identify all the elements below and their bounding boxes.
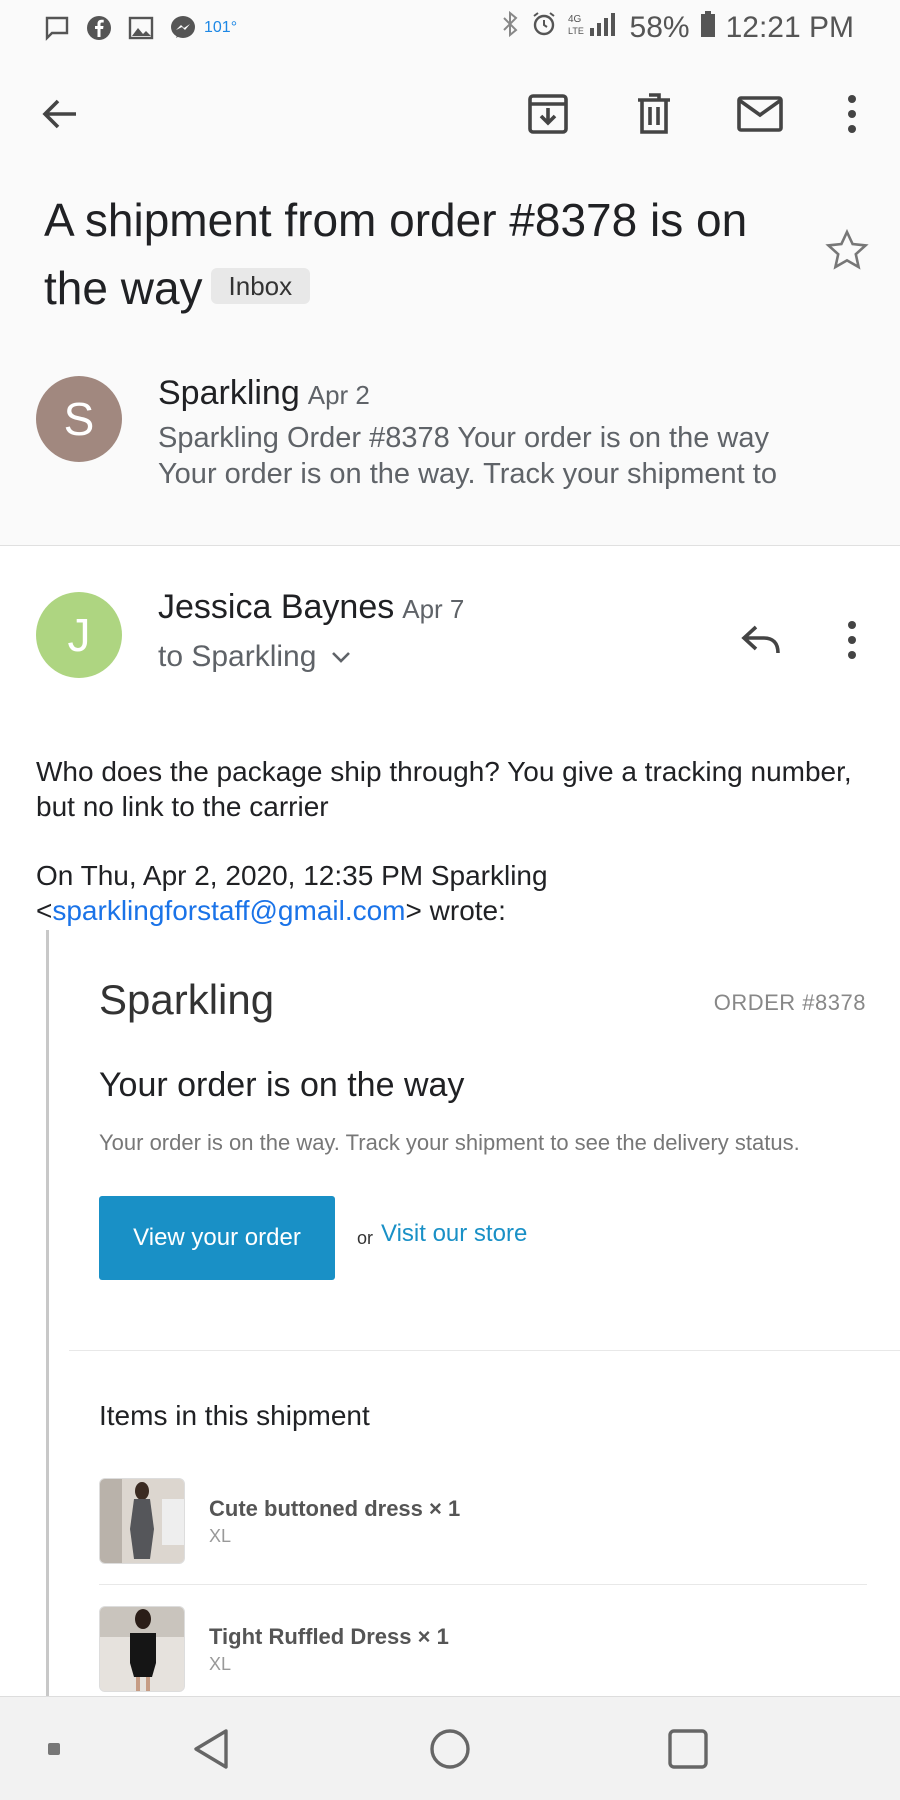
recipients-text: to Sparkling: [158, 640, 317, 673]
status-bar: 101° 4G LTE 58% 12:21 PM: [0, 0, 900, 56]
email-subject: A shipment from order #8378 is on the wa…: [44, 186, 784, 322]
more-options-button[interactable]: [828, 90, 876, 138]
list-item: Cute buttoned dress × 1 XL: [99, 1478, 883, 1588]
messenger-icon: [168, 13, 198, 43]
battery-text: 58%: [629, 11, 690, 44]
recipients-toggle[interactable]: to Sparkling: [158, 640, 352, 674]
alarm-icon: [530, 10, 558, 46]
section-divider: [69, 1350, 900, 1351]
quote-header-line-2: <sparklingforstaff@gmail.com> wrote:: [36, 895, 506, 926]
body-paragraph: Who does the package ship through? You g…: [36, 756, 852, 822]
product-variant: XL: [209, 1654, 232, 1674]
nav-back-button[interactable]: [186, 1723, 238, 1775]
svg-text:4G: 4G: [568, 14, 582, 25]
sender-name: Jessica Baynes Apr 7: [158, 588, 465, 626]
inbox-label-badge[interactable]: Inbox: [210, 267, 311, 304]
expanded-message: J Jessica Baynes Apr 7 to Sparkling Who d…: [0, 546, 900, 1700]
star-button[interactable]: [824, 228, 870, 274]
nav-extra-button[interactable]: [28, 1723, 80, 1775]
navigation-bar: [0, 1696, 900, 1800]
archive-button[interactable]: [524, 90, 572, 138]
message-more-button[interactable]: [834, 612, 870, 668]
bluetooth-icon: [500, 10, 520, 46]
clock-text: 12:21 PM: [725, 11, 854, 44]
order-status-description: Your order is on the way. Track your shi…: [99, 1130, 800, 1155]
square-dot-icon: [48, 1743, 60, 1755]
lte-signal-icon: 4G LTE: [568, 10, 620, 46]
sender-email-link[interactable]: sparklingforstaff@gmail.com: [52, 895, 405, 926]
chevron-down-icon: [332, 652, 351, 663]
message-body: Who does the package ship through? You g…: [36, 754, 866, 928]
nav-recents-button[interactable]: [662, 1723, 714, 1775]
quote-header: On Thu, Apr 2, 2020, 12:35 PM Sparkling: [36, 860, 548, 891]
product-image: [99, 1606, 185, 1692]
product-name: Cute buttoned dress × 1: [209, 1496, 461, 1521]
mail-icon: [737, 96, 783, 132]
visit-store-link[interactable]: Visit our store: [381, 1220, 527, 1248]
mark-unread-button[interactable]: [734, 90, 786, 138]
snippet-line-1: Sparkling Order #8378 Your order is on t…: [158, 422, 769, 454]
order-status-title: Your order is on the way: [99, 1066, 465, 1104]
product-image: [99, 1478, 185, 1564]
or-text: or: [357, 1228, 374, 1248]
circle-home-icon: [430, 1729, 470, 1769]
delete-button[interactable]: [630, 90, 678, 138]
subject-text: A shipment from order #8378 is on the wa…: [44, 194, 748, 314]
image-icon: [126, 13, 156, 43]
product-variant: XL: [209, 1526, 232, 1546]
sender-name: Sparkling Apr 2: [158, 374, 370, 412]
product-name: Tight Ruffled Dress × 1: [209, 1624, 449, 1649]
back-button[interactable]: [36, 90, 84, 138]
order-number: ORDER #8378: [713, 990, 866, 1015]
chat-notification-icon: [42, 13, 72, 43]
star-icon: [825, 228, 869, 270]
message-date: Apr 7: [402, 594, 465, 624]
svg-text:LTE: LTE: [568, 26, 584, 36]
more-vert-icon: [848, 621, 856, 659]
quoted-email: Sparkling ORDER #8378 Your order is on t…: [46, 930, 900, 1700]
nav-home-button[interactable]: [424, 1723, 476, 1775]
items-section-title: Items in this shipment: [99, 1400, 370, 1431]
view-order-button[interactable]: View your order: [99, 1196, 335, 1280]
triangle-back-icon: [194, 1729, 228, 1769]
message-date: Apr 2: [307, 380, 370, 410]
avatar: J: [36, 592, 122, 678]
temperature-text: 101°: [204, 19, 238, 36]
arrow-left-icon: [42, 99, 76, 129]
reply-button[interactable]: [732, 612, 792, 668]
archive-icon: [528, 94, 568, 134]
item-divider: [99, 1584, 867, 1585]
battery-icon: [700, 10, 716, 46]
email-toolbar: [0, 70, 900, 156]
collapsed-message[interactable]: S Sparkling Apr 2 Sparkling Order #8378 Y…: [0, 368, 900, 544]
square-recents-icon: [668, 1729, 708, 1769]
facebook-icon: [84, 13, 114, 43]
snippet-line-2: Your order is on the way. Track your shi…: [158, 458, 777, 490]
avatar: S: [36, 376, 122, 462]
more-vert-icon: [848, 95, 856, 133]
trash-icon: [638, 93, 670, 134]
reply-icon: [741, 625, 780, 654]
shop-name: Sparkling: [99, 976, 275, 1023]
